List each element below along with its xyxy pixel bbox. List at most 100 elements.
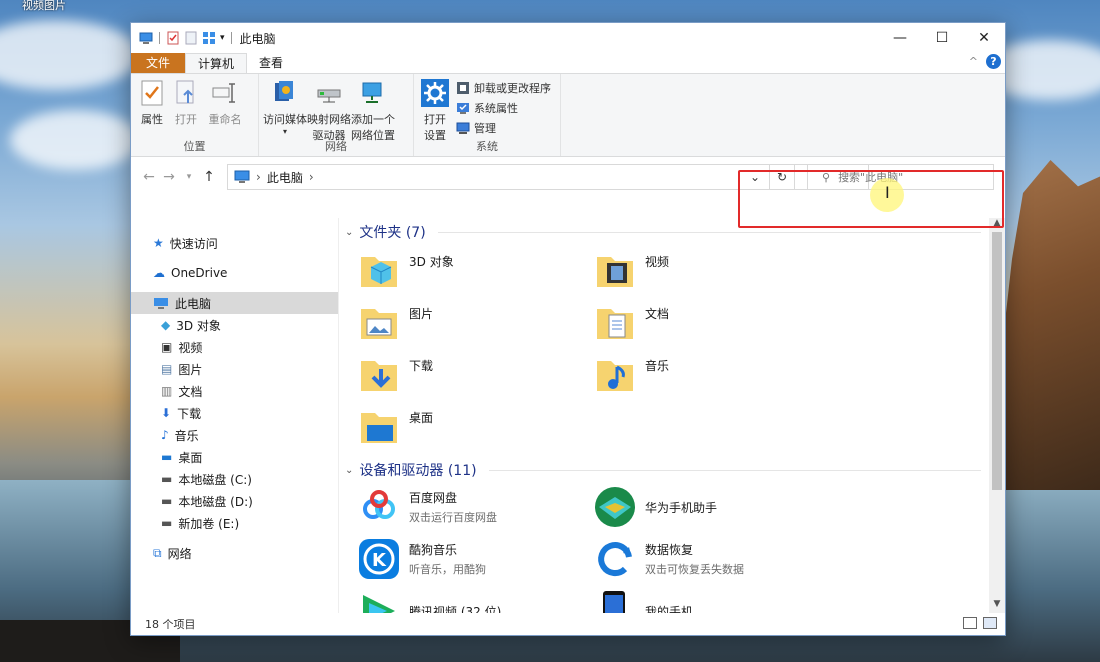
nav-item-videos[interactable]: ▣ 视频 — [131, 336, 338, 358]
nav-item-this-pc[interactable]: 此电脑 — [131, 292, 338, 314]
device-baidu-netdisk[interactable]: 百度网盘 双击运行百度网盘 — [339, 481, 575, 533]
item-count: 18 个项目 — [145, 618, 196, 631]
status-bar: 18 个项目 — [131, 613, 1005, 635]
folder-3d-objects[interactable]: 3D 对象 — [339, 243, 575, 295]
search-input[interactable]: ⚲ 搜索"此电脑" — [807, 164, 994, 190]
nav-item-3d-objects[interactable]: ◆ 3D 对象 — [131, 314, 338, 336]
manage-label: 管理 — [474, 122, 496, 135]
search-icon: ⚲ — [822, 170, 831, 184]
chevron-down-icon: ⌄ — [345, 226, 354, 238]
nav-item-drive-c[interactable]: ▬ 本地磁盘 (C:) — [131, 468, 338, 490]
details-view-icon[interactable] — [963, 617, 977, 629]
rename-icon — [212, 83, 235, 103]
folders-grid: 3D 对象 视频 图片 文档 下载 音乐 桌面 — [339, 243, 989, 451]
address-dropdown-icon[interactable]: ⌄ — [743, 164, 767, 190]
uninstall-program-button[interactable]: 卸载或更改程序 — [456, 80, 551, 96]
document-icon: ▥ — [161, 384, 173, 398]
scroll-down-icon[interactable]: ▼ — [989, 599, 1005, 613]
nav-item-desktop[interactable]: ▬ 桌面 — [131, 446, 338, 468]
folders-header[interactable]: ⌄ 文件夹 (7) — [345, 221, 989, 243]
breadcrumb-this-pc[interactable]: 此电脑 — [267, 169, 303, 186]
devices-grid: 百度网盘 双击运行百度网盘 华为手机助手 K 酷狗音乐 听音乐，用酷狗 数据恢复 双击… — [339, 481, 989, 613]
nav-item-network[interactable]: ⧉ 网络 — [131, 542, 338, 564]
nav-item-drive-d[interactable]: ▬ 本地磁盘 (D:) — [131, 490, 338, 512]
folder-music[interactable]: 音乐 — [575, 347, 811, 399]
minimize-button[interactable]: — — [879, 23, 921, 53]
group-label-location: 位置 — [183, 140, 206, 153]
large-icons-view-icon[interactable] — [983, 617, 997, 629]
folder-documents[interactable]: 文档 — [575, 295, 811, 347]
nav-item-pictures[interactable]: ▤ 图片 — [131, 358, 338, 380]
tab-file[interactable]: 文件 — [131, 53, 186, 73]
up-button[interactable]: ↑ — [199, 169, 219, 185]
folder-downloads[interactable]: 下载 — [339, 347, 575, 399]
manage-button[interactable]: 管理 — [456, 120, 551, 136]
properties-label: 属性 — [141, 113, 163, 126]
scroll-up-icon[interactable]: ▲ — [989, 218, 1005, 232]
scroll-thumb[interactable] — [992, 232, 1002, 490]
nav-item-onedrive[interactable]: ☁ OneDrive — [131, 262, 338, 284]
collapse-ribbon-icon[interactable]: ^ — [969, 55, 978, 68]
device-kugou[interactable]: K 酷狗音乐 听音乐，用酷狗 — [339, 533, 575, 585]
svg-text:K: K — [372, 550, 387, 571]
system-properties-label: 系统属性 — [474, 102, 518, 115]
nav-item-music[interactable]: ♪ 音乐 — [131, 424, 338, 446]
open-label: 打开 — [175, 113, 197, 126]
open-icon — [176, 80, 194, 104]
close-button[interactable]: ✕ — [963, 23, 1005, 53]
maximize-button[interactable]: ☐ — [921, 23, 963, 53]
drive-icon: ▬ — [161, 472, 173, 486]
folder-videos[interactable]: 视频 — [575, 243, 811, 295]
folder-pictures[interactable]: 图片 — [339, 295, 575, 347]
nav-item-downloads[interactable]: ⬇ 下载 — [131, 402, 338, 424]
forward-button[interactable]: → — [159, 169, 179, 185]
nav-item-quick-access[interactable]: ★ 快速访问 — [131, 232, 338, 254]
desktop-label: 视频图片 — [22, 0, 66, 12]
uninstall-program-label: 卸载或更改程序 — [474, 82, 551, 95]
address-row: ← → ▾ ↑ › 此电脑 › ⌄ ↻ ⚲ 搜索"此电脑" — [131, 157, 1005, 197]
baidu-netdisk-icon — [363, 490, 395, 519]
drive-icon: ▬ — [161, 494, 173, 508]
new-folder-icon[interactable] — [184, 31, 198, 45]
layout-icon[interactable] — [202, 31, 216, 45]
drive-icon: ▬ — [161, 516, 173, 530]
system-properties-button[interactable]: 系统属性 — [456, 100, 551, 116]
refresh-button[interactable]: ↻ — [769, 164, 795, 190]
device-huawei-assistant[interactable]: 华为手机助手 — [575, 481, 811, 533]
file-explorer-window: ▾ 此电脑 — ☐ ✕ 文件 计算机 查看 ^ ? 属性 打开 重命名 位置 访… — [131, 23, 1005, 635]
media-icon — [275, 81, 293, 101]
device-my-phone[interactable]: 我的手机 — [575, 585, 811, 613]
device-tencent-video[interactable]: 腾讯视频 (32 位) — [339, 585, 575, 613]
navigation-pane: ★ 快速访问 ☁ OneDrive 此电脑 ◆ 3D 对象 ▣ 视频 ▤ 图片 ▥ 文档 ⬇… — [131, 218, 339, 613]
tab-view[interactable]: 查看 — [247, 53, 295, 73]
picture-icon — [361, 309, 397, 339]
group-label-system: 系统 — [476, 140, 498, 153]
recent-locations-button[interactable]: ▾ — [179, 172, 199, 182]
quick-access-toolbar: ▾ — [131, 31, 234, 45]
uninstall-icon — [457, 82, 469, 94]
ribbon-group-location: 属性 打开 重命名 位置 — [131, 74, 259, 156]
rename-label: 重命名 — [208, 113, 242, 126]
device-data-recovery[interactable]: 数据恢复 双击可恢复丢失数据 — [575, 533, 811, 585]
settings-gear-icon — [421, 79, 449, 107]
devices-header[interactable]: ⌄ 设备和驱动器 (11) — [345, 459, 989, 481]
download-icon — [361, 361, 397, 391]
computer-icon[interactable] — [139, 31, 153, 45]
nav-item-drive-e[interactable]: ▬ 新加卷 (E:) — [131, 512, 338, 534]
ribbon-group-network: 访问媒体 ▾ 映射网络 驱动器 添加一个 网络位置 网络 — [259, 74, 414, 156]
download-icon: ⬇ — [161, 406, 172, 420]
vertical-scrollbar[interactable]: ▲ ▼ — [989, 218, 1005, 613]
properties-icon[interactable] — [166, 31, 180, 45]
help-icon[interactable]: ? — [986, 54, 1001, 69]
tab-computer[interactable]: 计算机 — [185, 53, 248, 73]
kugou-icon: K — [359, 539, 399, 579]
nav-item-documents[interactable]: ▥ 文档 — [131, 380, 338, 402]
computer-icon — [234, 170, 250, 183]
pin-icon: ★ — [153, 236, 164, 250]
folder-desktop[interactable]: 桌面 — [339, 399, 575, 451]
cube-icon — [361, 257, 397, 287]
back-button[interactable]: ← — [139, 169, 159, 185]
network-icon: ⧉ — [153, 545, 162, 560]
customize-toolbar-icon[interactable]: ▾ — [220, 33, 225, 43]
ribbon-tabs: 文件 计算机 查看 ^ ? — [131, 53, 1005, 73]
